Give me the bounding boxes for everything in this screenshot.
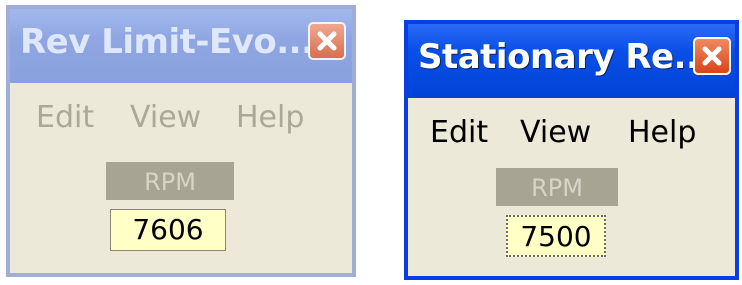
menu-bar: Edit View Help: [10, 83, 352, 143]
title-bar[interactable]: Stationary Re...: [408, 24, 735, 98]
rpm-label: RPM: [106, 162, 234, 200]
menu-help[interactable]: Help: [236, 100, 304, 135]
close-button[interactable]: [693, 37, 731, 75]
menu-view[interactable]: View: [520, 115, 591, 150]
menu-edit[interactable]: Edit: [430, 115, 488, 150]
title-bar[interactable]: Rev Limit-Evo...: [10, 9, 352, 83]
close-button[interactable]: [308, 22, 346, 60]
menu-bar: Edit View Help: [408, 98, 735, 158]
rpm-label: RPM: [496, 168, 618, 206]
close-icon: [317, 31, 337, 51]
window-rev-limit: Rev Limit-Evo... Edit View Help RPM 7606: [6, 5, 356, 277]
close-icon: [702, 46, 722, 66]
rpm-value[interactable]: 7500: [506, 215, 606, 257]
menu-edit[interactable]: Edit: [36, 100, 94, 135]
window-title: Rev Limit-Evo...: [20, 22, 314, 62]
rpm-value: 7606: [110, 209, 226, 251]
window-stationary: Stationary Re... Edit View Help RPM 7500: [404, 20, 739, 280]
window-title: Stationary Re...: [418, 37, 711, 77]
menu-view[interactable]: View: [130, 100, 201, 135]
menu-help[interactable]: Help: [628, 115, 696, 150]
